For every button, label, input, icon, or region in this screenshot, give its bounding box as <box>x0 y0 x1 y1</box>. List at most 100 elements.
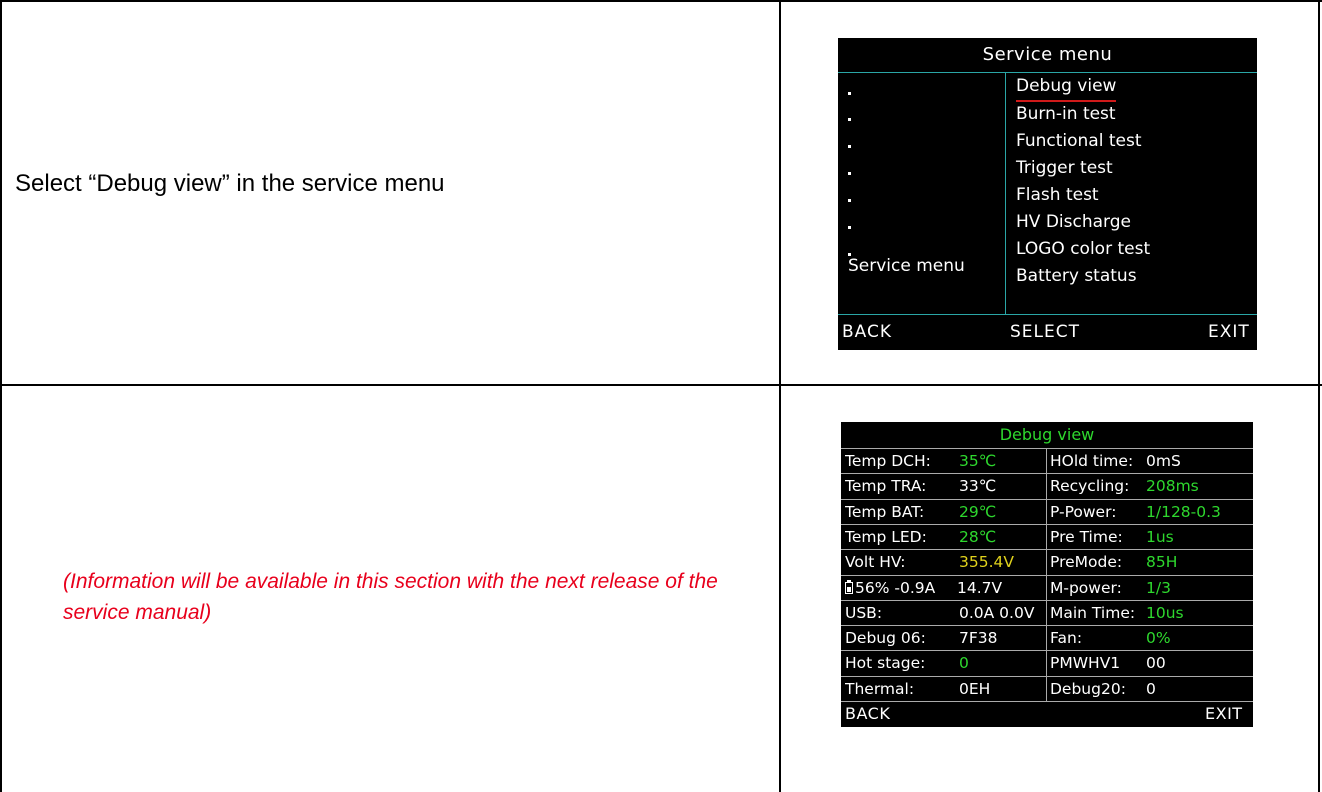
debug-right-label: PreMode: <box>1050 553 1123 571</box>
debug-right-value: 1us <box>1146 528 1174 546</box>
page-dot <box>848 118 851 121</box>
debug-right-value: 0 <box>1146 680 1156 698</box>
debug-right-value: 00 <box>1146 654 1166 672</box>
row-border <box>841 524 1253 525</box>
debug-left-label: Temp DCH: <box>845 450 960 472</box>
debug-left-value: 0EH <box>959 680 991 698</box>
debug-left-value: 7F38 <box>959 629 998 647</box>
debug-left-label-text: Hot stage: <box>845 654 926 672</box>
debug-right-label: Main Time: <box>1050 604 1136 622</box>
debug-left-label-text: Debug 06: <box>845 629 926 647</box>
debug-left-label: Temp LED: <box>845 526 960 548</box>
page-dot <box>848 199 851 202</box>
debug-left-label: Temp TRA: <box>845 475 960 497</box>
debug-left-label-text: Volt HV: <box>845 553 906 571</box>
back-softkey[interactable]: BACK <box>845 704 890 723</box>
page-dot <box>848 172 851 175</box>
service-menu-screen: Service menu Service menu Debug view Bur… <box>838 38 1257 350</box>
title-divider <box>838 72 1257 73</box>
debug-left-label: 56% -0.9A <box>845 577 957 599</box>
debug-left-value: 29℃ <box>959 503 997 521</box>
instruction-text: Select “Debug view” in the service menu <box>15 170 445 197</box>
debug-view-screen: Debug view Temp DCH: 35℃ HOld time: 0mS Temp… <box>841 422 1253 727</box>
debug-left-label-text: Thermal: <box>845 680 915 698</box>
row-border <box>841 650 1253 651</box>
debug-left-value: 35℃ <box>959 452 997 470</box>
debug-row: Thermal: 0EH Debug20: 0 <box>841 678 1253 701</box>
row-border <box>841 600 1253 601</box>
battery-icon <box>845 580 853 594</box>
debug-left-label-text: 56% -0.9A <box>855 579 936 597</box>
menu-item-trigger-test[interactable]: Trigger test <box>1016 155 1113 181</box>
debug-left-value: 355.4V <box>959 553 1014 571</box>
debug-row: Temp DCH: 35℃ HOld time: 0mS <box>841 450 1253 473</box>
debug-right-value: 10us <box>1146 604 1184 622</box>
menu-item-battery-status[interactable]: Battery status <box>1016 263 1137 289</box>
debug-row: Temp BAT: 29℃ P-Power: 1/128-0.3 <box>841 501 1253 524</box>
debug-row: Temp TRA: 33℃ Recycling: 208ms <box>841 475 1253 498</box>
debug-right-label: Recycling: <box>1050 477 1130 495</box>
debug-right-value: 208ms <box>1146 477 1199 495</box>
debug-left-label: Debug 06: <box>845 627 960 649</box>
debug-left-label: Temp BAT: <box>845 501 960 523</box>
debug-right-value: 85H <box>1146 553 1178 571</box>
debug-right-value: 1/128-0.3 <box>1146 503 1221 521</box>
menu-item-functional-test[interactable]: Functional test <box>1016 128 1142 154</box>
debug-row: Hot stage: 0 PMWHV1 00 <box>841 652 1253 675</box>
debug-right-label: Fan: <box>1050 629 1083 647</box>
debug-row: Temp LED: 28℃ Pre Time: 1us <box>841 526 1253 549</box>
select-softkey[interactable]: SELECT <box>1010 322 1080 342</box>
debug-right-label: Debug20: <box>1050 680 1126 698</box>
menu-item-hv-discharge[interactable]: HV Discharge <box>1016 209 1131 235</box>
debug-left-label: Volt HV: <box>845 551 960 573</box>
back-softkey[interactable]: BACK <box>842 322 892 342</box>
service-menu-title: Service menu <box>982 44 1113 65</box>
debug-left-value: 28℃ <box>959 528 997 546</box>
table-column-divider <box>779 0 781 792</box>
debug-left-value: 0 <box>959 654 969 672</box>
debug-right-label: Pre Time: <box>1050 528 1123 546</box>
debug-right-label: HOld time: <box>1050 452 1134 470</box>
debug-left-label-text: USB: <box>845 604 883 622</box>
menu-item-flash-test[interactable]: Flash test <box>1016 182 1099 208</box>
debug-left-value: 0.0A 0.0V <box>959 604 1035 622</box>
debug-left-label-text: Temp TRA: <box>845 477 927 495</box>
menu-item-logo-color-test[interactable]: LOGO color test <box>1016 236 1150 262</box>
table-border-right <box>1318 0 1320 792</box>
page-dot <box>848 92 851 95</box>
debug-left-value: 14.7V <box>957 579 1003 597</box>
availability-note: (Information will be available in this s… <box>63 570 718 624</box>
debug-left-label-text: Temp LED: <box>845 528 927 546</box>
menu-item-debug-view[interactable]: Debug view <box>1016 74 1117 102</box>
debug-row: USB: 0.0A 0.0V Main Time: 10us <box>841 602 1253 625</box>
debug-left-label: USB: <box>845 602 960 624</box>
row-border <box>841 499 1253 500</box>
menu-column-divider <box>1005 72 1006 314</box>
debug-left-value: 33℃ <box>959 477 997 495</box>
row-border <box>841 549 1253 550</box>
softkey-divider <box>838 314 1257 315</box>
debug-right-value: 0% <box>1146 629 1171 647</box>
row-border <box>841 701 1253 702</box>
exit-softkey[interactable]: EXIT <box>1208 322 1250 342</box>
table-border-left <box>0 0 2 792</box>
row-border <box>841 625 1253 626</box>
debug-right-value: 0mS <box>1146 452 1181 470</box>
debug-left-label: Thermal: <box>845 678 960 700</box>
row-border <box>841 676 1253 677</box>
table-border-top <box>0 0 1322 2</box>
exit-softkey[interactable]: EXIT <box>1205 704 1243 723</box>
page-dot <box>848 226 851 229</box>
debug-right-value: 1/3 <box>1146 579 1171 597</box>
debug-right-label: M-power: <box>1050 579 1122 597</box>
row-border <box>841 575 1253 576</box>
table-row-divider <box>0 384 1322 386</box>
debug-row: Volt HV: 355.4V PreMode: 85H <box>841 551 1253 574</box>
debug-right-label: P-Power: <box>1050 503 1117 521</box>
debug-right-label: PMWHV1 <box>1050 654 1121 672</box>
row-border <box>841 448 1253 449</box>
debug-left-label: Hot stage: <box>845 652 960 674</box>
debug-left-label-text: Temp DCH: <box>845 452 931 470</box>
menu-item-burn-in-test[interactable]: Burn-in test <box>1016 101 1116 127</box>
debug-row: Debug 06: 7F38 Fan: 0% <box>841 627 1253 650</box>
